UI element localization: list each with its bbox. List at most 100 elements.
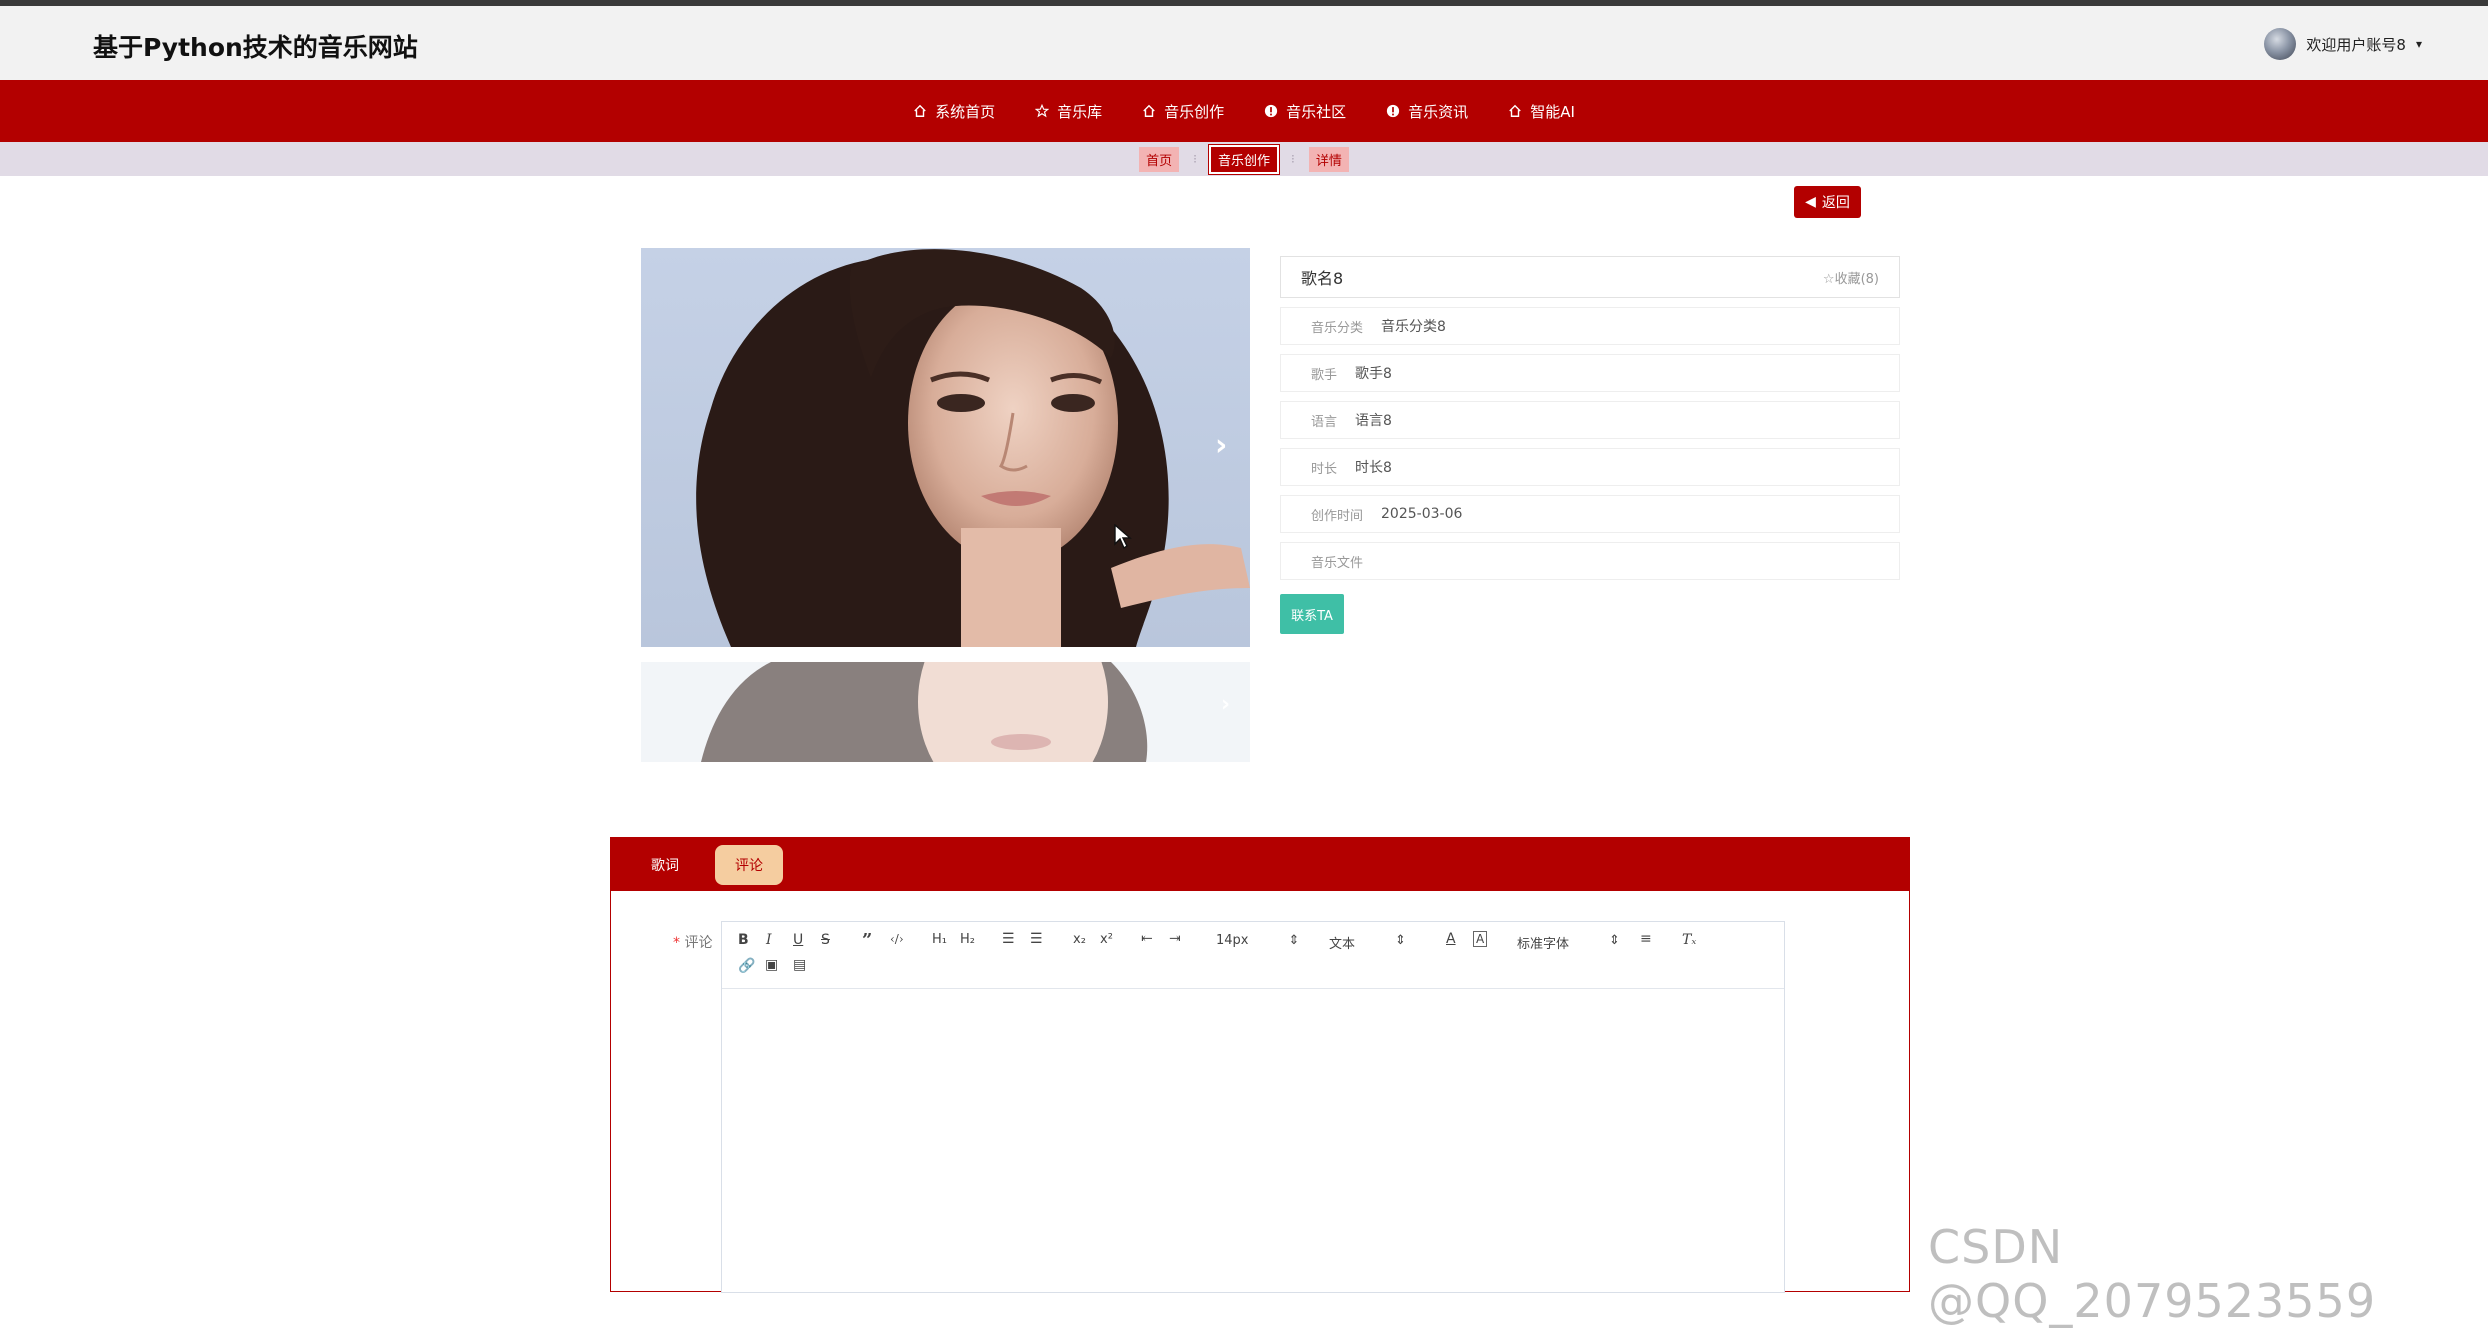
next-arrow-icon[interactable]: › xyxy=(1221,692,1230,717)
breadcrumb-home[interactable]: 首页 xyxy=(1139,146,1180,172)
nav-label: 智能AI xyxy=(1530,102,1575,121)
bold-icon[interactable]: B xyxy=(738,932,749,948)
align-icon[interactable]: ≡ xyxy=(1640,931,1652,947)
info-row-created-time: 创作时间 2025-03-06 xyxy=(1280,495,1900,533)
user-menu[interactable]: 欢迎用户账号8 ▾ xyxy=(2264,28,2422,60)
blockquote-icon[interactable]: ” xyxy=(862,930,872,951)
rich-text-editor[interactable]: B I U S ” ‹/› H₁ H₂ ☰ ☰ x₂ x² ⇤ ⇥ 14px ⇕… xyxy=(721,921,1785,1293)
main-nav: 系统首页 音乐库 音乐创作 音乐社区 音乐资讯 智能AI xyxy=(0,80,2488,142)
info-row-language: 语言 语言8 xyxy=(1280,401,1900,439)
strikethrough-icon[interactable]: S xyxy=(821,932,830,948)
select-arrows-icon: ⇕ xyxy=(1288,933,1300,948)
info-label: 创作时间 xyxy=(1311,508,1364,524)
info-row-singer: 歌手 歌手8 xyxy=(1280,354,1900,392)
favorite-button[interactable]: ☆收藏(8) xyxy=(1823,268,1879,287)
nav-item-smart-ai[interactable]: 智能AI xyxy=(1508,101,1575,122)
nav-item-music-library[interactable]: 音乐库 xyxy=(1035,101,1102,122)
info-label: 音乐文件 xyxy=(1311,555,1364,571)
breadcrumb-separator: ⁝ xyxy=(1193,152,1197,166)
mouse-cursor-icon xyxy=(1114,524,1132,550)
info-label: 语言 xyxy=(1311,414,1338,430)
info-value: 语言8 xyxy=(1355,413,1392,429)
info-value: 音乐分类8 xyxy=(1381,319,1446,335)
user-welcome-text[interactable]: 欢迎用户账号8 xyxy=(2306,34,2406,55)
font-family-value: 标准字体 xyxy=(1517,937,1570,952)
font-family-select[interactable]: 标准字体 ⇕ xyxy=(1517,933,1620,952)
select-arrows-icon: ⇕ xyxy=(1395,933,1406,948)
image-icon[interactable]: ▣ xyxy=(765,957,778,973)
nav-item-music-community[interactable]: 音乐社区 xyxy=(1264,101,1346,122)
outdent-icon[interactable]: ⇤ xyxy=(1141,931,1153,947)
link-icon[interactable]: 🔗 xyxy=(738,958,755,974)
tab-lyrics[interactable]: 歌词 xyxy=(631,845,699,885)
chevron-down-icon[interactable]: ▾ xyxy=(2416,37,2422,51)
star-icon xyxy=(1035,104,1050,118)
info-circle-icon xyxy=(1265,104,1278,118)
song-detail-panel: 歌名8 ☆收藏(8) 音乐分类 音乐分类8 歌手 歌手8 语言 语言8 时长 时… xyxy=(1280,256,1900,634)
nav-item-music-creation[interactable]: 音乐创作 xyxy=(1142,101,1224,122)
header-select-value: 文本 xyxy=(1329,937,1356,952)
nav-label: 系统首页 xyxy=(935,102,996,121)
italic-icon[interactable]: I xyxy=(766,932,772,948)
breadcrumb-current: 详情 xyxy=(1308,146,1349,172)
home-icon xyxy=(1143,104,1155,117)
ordered-list-icon[interactable]: ☰ xyxy=(1002,931,1015,947)
main-photo: › xyxy=(641,248,1250,647)
info-value: 2025-03-06 xyxy=(1381,506,1463,522)
breadcrumb-section[interactable]: 音乐创作 xyxy=(1208,144,1280,174)
breadcrumb: 首页 ⁝ 音乐创作 ⁝ 详情 xyxy=(0,142,2488,176)
info-label: 歌手 xyxy=(1311,367,1338,383)
info-label: 音乐分类 xyxy=(1311,320,1364,336)
contact-button[interactable]: 联系TA xyxy=(1280,594,1344,634)
site-header: 基于Python技术的音乐网站 欢迎用户账号8 ▾ xyxy=(0,6,2488,81)
tab-comments[interactable]: 评论 xyxy=(715,844,783,885)
song-title-row: 歌名8 ☆收藏(8) xyxy=(1280,256,1900,298)
subscript-icon[interactable]: x₂ xyxy=(1073,932,1086,947)
nav-item-music-news[interactable]: 音乐资讯 xyxy=(1386,101,1468,122)
required-mark: * xyxy=(673,935,680,951)
nav-label: 音乐库 xyxy=(1057,102,1103,121)
font-size-select[interactable]: 14px ⇕ xyxy=(1216,933,1299,948)
editor-content-area[interactable] xyxy=(722,989,1784,1294)
info-label: 时长 xyxy=(1311,461,1338,477)
song-name: 歌名8 xyxy=(1301,269,1344,288)
heading-2-icon[interactable]: H₂ xyxy=(960,932,975,947)
heading-1-icon[interactable]: H₁ xyxy=(932,932,947,947)
info-value: 歌手8 xyxy=(1355,366,1392,382)
nav-label: 音乐资讯 xyxy=(1408,102,1469,121)
back-button-label: 返回 xyxy=(1821,195,1850,211)
home-icon xyxy=(914,104,926,117)
font-color-icon[interactable]: A xyxy=(1446,931,1456,947)
info-row-duration: 时长 时长8 xyxy=(1280,448,1900,486)
nav-label: 音乐社区 xyxy=(1286,102,1347,121)
next-arrow-icon[interactable]: › xyxy=(1215,428,1227,463)
info-row-category: 音乐分类 音乐分类8 xyxy=(1280,307,1900,345)
header-select[interactable]: 文本 ⇕ xyxy=(1329,933,1406,952)
select-arrows-icon: ⇕ xyxy=(1609,933,1620,948)
tabs-panel: 歌词 评论 * 评论 B I U S ” ‹/› H₁ H₂ ☰ ☰ x₂ x²… xyxy=(610,837,1910,1293)
tabs-bar: 歌词 评论 xyxy=(611,838,1909,891)
nav-item-system-home[interactable]: 系统首页 xyxy=(913,101,995,122)
thumbnail-strip[interactable]: › xyxy=(641,662,1250,762)
caret-left-icon: ◀ xyxy=(1805,194,1816,210)
back-button[interactable]: ◀ 返回 xyxy=(1794,186,1861,218)
info-value: 时长8 xyxy=(1355,460,1392,476)
clear-format-icon[interactable]: Tₓ xyxy=(1682,932,1696,948)
bullet-list-icon[interactable]: ☰ xyxy=(1030,931,1043,947)
nav-label: 音乐创作 xyxy=(1164,102,1225,121)
underline-icon[interactable]: U xyxy=(793,932,803,948)
video-icon[interactable]: ▤ xyxy=(793,957,806,973)
superscript-icon[interactable]: x² xyxy=(1100,932,1113,947)
font-size-value: 14px xyxy=(1216,933,1249,948)
info-row-music-file: 音乐文件 xyxy=(1280,542,1900,580)
watermark: CSDN @QQ_2079523559 xyxy=(1928,1220,2377,1328)
background-color-icon[interactable]: A xyxy=(1473,931,1488,947)
info-circle-icon xyxy=(1387,104,1400,118)
portrait-image xyxy=(696,249,1250,647)
site-title: 基于Python技术的音乐网站 xyxy=(93,33,418,62)
code-block-icon[interactable]: ‹/› xyxy=(890,932,904,946)
avatar[interactable] xyxy=(2264,28,2297,60)
breadcrumb-separator: ⁝ xyxy=(1291,152,1295,166)
indent-icon[interactable]: ⇥ xyxy=(1169,931,1181,947)
comment-label: * 评论 xyxy=(673,932,712,952)
